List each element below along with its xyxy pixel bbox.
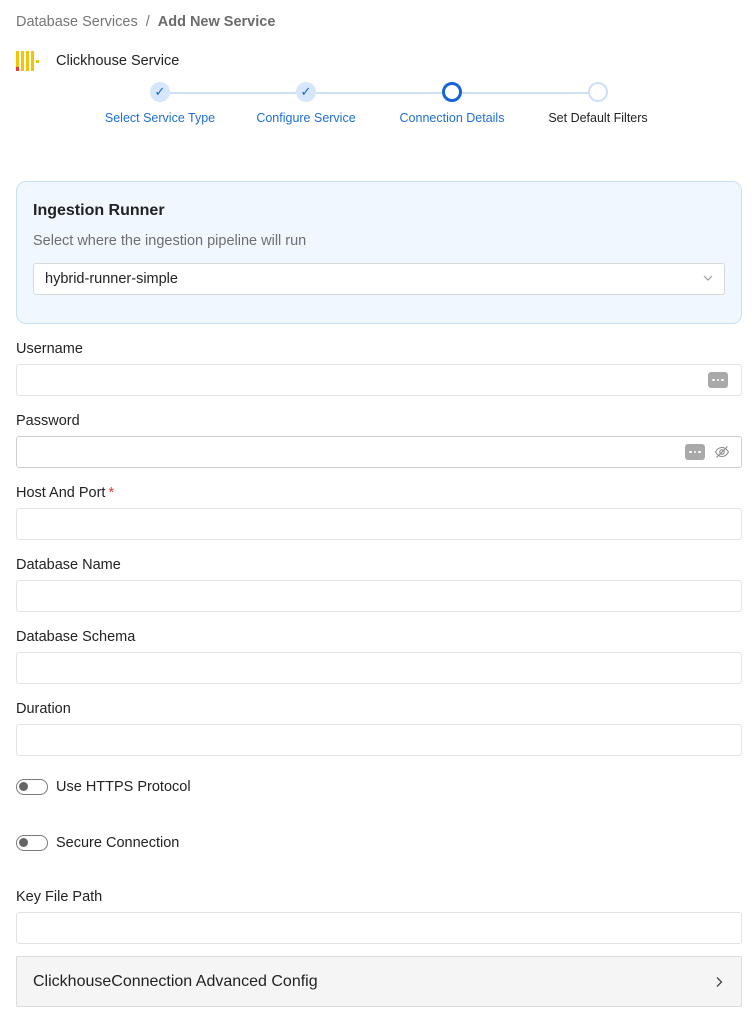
key-file-path-label: Key File Path [16,889,103,905]
use-https-toggle[interactable] [16,779,48,795]
database-schema-label: Database Schema [16,629,136,645]
step-active-indicator [442,82,462,102]
duration-label: Duration [16,701,71,717]
progress-stepper: ✓ Select Service Type ✓ Configure Servic… [16,80,740,136]
advanced-config-panel-header[interactable]: ClickhouseConnection Advanced Config [16,956,742,1007]
check-icon: ✓ [150,82,170,102]
step-connection-details: Connection Details [377,82,527,125]
step-label: Configure Service [256,111,356,125]
breadcrumb-root-link[interactable]: Database Services [16,14,138,30]
use-https-label: Use HTTPS Protocol [56,779,191,795]
step-pending-indicator [588,82,608,102]
ingestion-runner-subtitle: Select where the ingestion pipeline will… [33,233,307,249]
check-icon: ✓ [296,82,316,102]
username-label: Username [16,341,83,357]
eye-invisible-icon[interactable] [714,444,730,460]
host-and-port-input[interactable] [16,508,742,540]
breadcrumb-current: Add New Service [157,14,276,30]
password-manager-icon[interactable] [708,372,728,388]
host-and-port-label-text: Host And Port [16,485,106,501]
clickhouse-logo-icon [16,50,40,72]
step-configure-service[interactable]: ✓ Configure Service [231,82,381,125]
advanced-config-label: ClickhouseConnection Advanced Config [33,973,318,990]
step-set-default-filters: Set Default Filters [523,82,673,125]
duration-input[interactable] [16,724,742,756]
step-label: Set Default Filters [548,111,648,125]
secure-connection-row: Secure Connection [16,835,179,851]
database-schema-input[interactable] [16,652,742,684]
secure-connection-toggle[interactable] [16,835,48,851]
password-input[interactable] [16,436,742,468]
step-label: Connection Details [399,111,505,125]
use-https-row: Use HTTPS Protocol [16,779,191,795]
ingestion-runner-selected-value: hybrid-runner-simple [45,271,178,287]
step-label: Select Service Type [104,111,216,125]
service-name: Clickhouse Service [56,53,180,69]
database-name-label: Database Name [16,557,121,573]
breadcrumb-separator: / [145,14,150,30]
password-manager-icon[interactable] [685,444,705,460]
secure-connection-label: Secure Connection [56,835,180,851]
step-select-service-type[interactable]: ✓ Select Service Type [85,82,235,125]
username-input[interactable] [16,364,742,396]
ingestion-runner-card: Ingestion Runner Select where the ingest… [16,181,742,324]
required-mark: * [108,485,115,501]
service-header: Clickhouse Service [16,50,179,72]
key-file-path-input[interactable] [16,912,742,944]
host-and-port-label: Host And Port * [16,485,114,501]
chevron-down-icon [703,275,713,281]
database-name-input[interactable] [16,580,742,612]
password-label: Password [16,413,80,429]
breadcrumb: Database Services / Add New Service [16,14,275,30]
ingestion-runner-title: Ingestion Runner [33,202,165,219]
ingestion-runner-select[interactable]: hybrid-runner-simple [33,263,725,295]
chevron-right-icon [716,977,723,987]
